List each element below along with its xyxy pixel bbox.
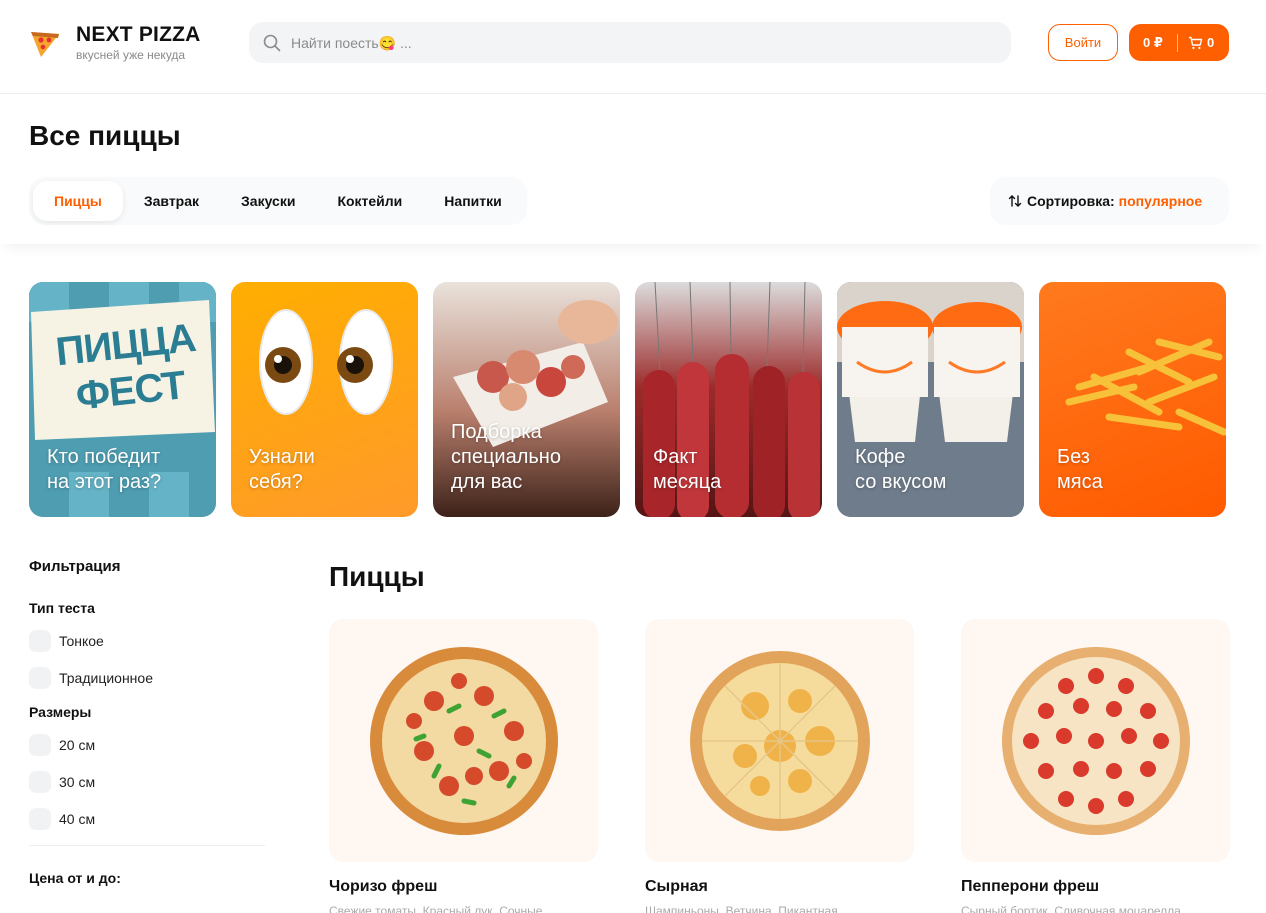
pizza-pepperoni-image (1001, 646, 1190, 835)
filter-option-label: 40 см (59, 811, 96, 827)
stories-row: ПИЦЦА ФЕСТ Кто победит на этот раз? Узна… (29, 282, 1226, 517)
story-card[interactable]: Без мяса (1039, 282, 1226, 517)
page-title: Все пиццы (29, 120, 181, 151)
filters-divider (29, 845, 265, 846)
product-name: Пепперони фреш (961, 878, 1100, 895)
product-card[interactable]: Сырная Шампиньоны, Ветчина, Пикантная (645, 619, 914, 913)
cart-divider (1177, 33, 1178, 52)
sort-dropdown[interactable]: Сортировка: популярное (990, 177, 1229, 225)
story-card[interactable]: ПИЦЦА ФЕСТ Кто победит на этот раз? (29, 282, 216, 517)
tab-pizzas[interactable]: Пиццы (33, 181, 123, 221)
section-title: Пиццы (329, 561, 425, 592)
cart-count-group: 0 (1188, 35, 1214, 50)
tab-snacks[interactable]: Закуски (220, 181, 316, 221)
login-button[interactable]: Войти (1048, 24, 1118, 61)
pizza-chorizo-image (369, 646, 558, 835)
logo[interactable]: NEXT PIZZA вкусней уже некуда (28, 24, 201, 62)
sort-arrows-icon (1008, 195, 1022, 207)
filter-option-30cm[interactable]: 30 см (29, 771, 265, 793)
story-caption: Кто победит на этот раз? (47, 446, 162, 493)
checkbox[interactable] (29, 771, 51, 793)
cart-button[interactable]: 0 ₽ 0 (1129, 24, 1229, 61)
search-input[interactable] (291, 34, 971, 51)
filter-option-40cm[interactable]: 40 см (29, 808, 265, 830)
product-name: Сырная (645, 878, 708, 895)
story-caption: Без мяса (1057, 446, 1103, 493)
checkbox[interactable] (29, 630, 51, 652)
filter-option-traditional[interactable]: Традиционное (29, 667, 265, 689)
filters-panel: Фильтрация Тип теста Тонкое Традиционное… (29, 558, 265, 900)
story-card[interactable]: Факт месяца (635, 282, 822, 517)
filter-option-label: 20 см (59, 737, 96, 753)
story-card[interactable]: Узнали себя? (231, 282, 418, 517)
filters-title: Фильтрация (29, 558, 121, 575)
filter-option-thin[interactable]: Тонкое (29, 630, 265, 652)
filter-option-label: Традиционное (59, 670, 153, 686)
product-image[interactable] (645, 619, 914, 862)
product-description: Сырный бортик, Сливочная моцарелла (961, 904, 1181, 913)
story-caption: Кофе со вкусом (855, 446, 947, 493)
product-image[interactable] (961, 619, 1230, 862)
sort-value: популярное (1118, 193, 1203, 209)
sort-label: Сортировка: (1027, 193, 1115, 209)
category-tabs: Пиццы Завтрак Закуски Коктейли Напитки (29, 177, 527, 225)
header: NEXT PIZZA вкусней уже некуда Войти 0 ₽ … (0, 0, 1266, 94)
story-caption: Факт месяца (653, 446, 722, 493)
pizza-cheese-image (689, 650, 870, 831)
product-grid: Чоризо фреш Свежие томаты, Красный лук, … (329, 619, 1230, 913)
story-caption: Узнали себя? (249, 446, 315, 493)
price-range-title: Цена от и до: (29, 870, 121, 886)
product-card[interactable]: Пепперони фреш Сырный бортик, Сливочная … (961, 619, 1230, 913)
dough-type-title: Тип теста (29, 600, 95, 616)
cart-price: 0 ₽ (1143, 34, 1163, 50)
sizes-title: Размеры (29, 704, 92, 720)
product-description: Свежие томаты, Красный лук, Сочные (329, 904, 543, 913)
filter-option-20cm[interactable]: 20 см (29, 734, 265, 756)
checkbox[interactable] (29, 808, 51, 830)
pizza-fest-badge: ПИЦЦА ФЕСТ (53, 315, 198, 419)
tab-breakfast[interactable]: Завтрак (123, 181, 220, 221)
story-card[interactable]: Кофе со вкусом (837, 282, 1024, 517)
filter-option-label: 30 см (59, 774, 96, 790)
tab-cocktails[interactable]: Коктейли (316, 181, 423, 221)
search-bar[interactable] (249, 22, 1011, 63)
product-image[interactable] (329, 619, 598, 862)
tab-drinks[interactable]: Напитки (423, 181, 522, 221)
pizza-slice-icon (31, 32, 59, 57)
checkbox[interactable] (29, 667, 51, 689)
logo-title: NEXT PIZZA (76, 23, 201, 46)
search-icon (263, 34, 281, 51)
top-bar: Все пиццы Пиццы Завтрак Закуски Коктейли… (0, 94, 1266, 244)
product-description: Шампиньоны, Ветчина, Пикантная (645, 904, 838, 913)
checkbox[interactable] (29, 734, 51, 756)
cart-icon (1189, 36, 1203, 49)
logo-subtitle: вкусней уже некуда (76, 48, 186, 62)
product-name: Чоризо фреш (329, 878, 438, 895)
filter-option-label: Тонкое (59, 633, 104, 649)
cart-count: 0 (1207, 35, 1215, 50)
story-caption: Подборка специально для вас (451, 421, 561, 493)
story-card[interactable]: Подборка специально для вас (433, 282, 620, 517)
product-card[interactable]: Чоризо фреш Свежие томаты, Красный лук, … (329, 619, 598, 913)
